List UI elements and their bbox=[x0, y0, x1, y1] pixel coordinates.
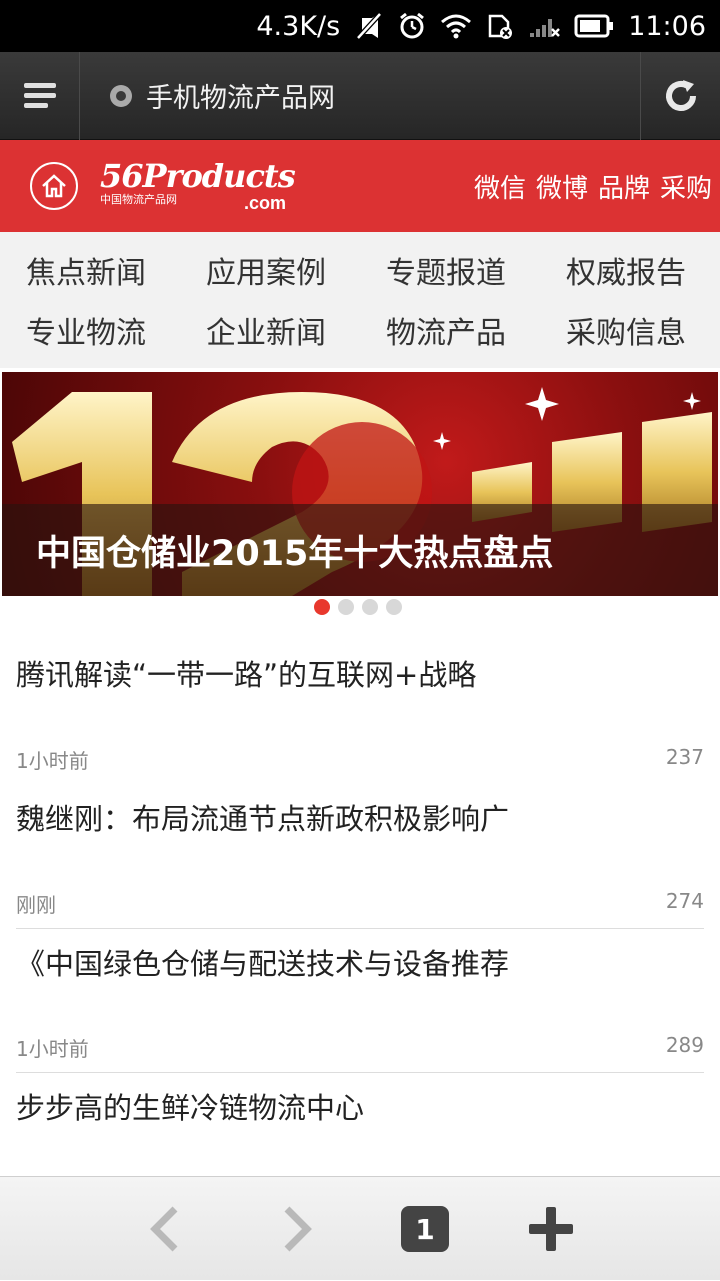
slide-dot[interactable] bbox=[362, 599, 378, 615]
news-item-meta: 刚刚 274 bbox=[16, 889, 704, 918]
category-nav: 焦点新闻 应用案例 专题报道 权威报告 专业物流 企业新闻 物流产品 采购信息 bbox=[0, 232, 720, 368]
category-authority-reports[interactable]: 权威报告 bbox=[540, 240, 720, 300]
alarm-icon bbox=[398, 12, 426, 40]
reload-icon bbox=[665, 79, 696, 111]
category-company-news[interactable]: 企业新闻 bbox=[180, 300, 360, 360]
page-title: 手机物流产品网 bbox=[146, 83, 335, 114]
status-bar: 4.3K/s 11:06 bbox=[0, 0, 720, 52]
signal-icon bbox=[528, 13, 561, 39]
clock: 11:06 bbox=[628, 10, 706, 42]
news-time: 刚刚 bbox=[16, 893, 56, 917]
banner-caption: 中国仓储业2015年十大热点盘点 bbox=[2, 504, 718, 596]
link-wechat[interactable]: 微信 bbox=[474, 168, 526, 205]
slide-dot[interactable] bbox=[338, 599, 354, 615]
tab-count: 1 bbox=[401, 1206, 449, 1252]
network-speed: 4.3K/s bbox=[256, 10, 341, 42]
menu-icon bbox=[23, 82, 56, 108]
reload-button[interactable] bbox=[640, 51, 720, 140]
divider bbox=[16, 928, 704, 929]
back-button[interactable] bbox=[130, 1177, 200, 1281]
add-tab-button[interactable] bbox=[516, 1177, 586, 1281]
category-special-reports[interactable]: 专题报道 bbox=[360, 240, 540, 300]
category-logistics-products[interactable]: 物流产品 bbox=[360, 300, 540, 360]
logo-subtitle: 中国物流产品网 bbox=[100, 193, 177, 206]
home-button[interactable] bbox=[30, 162, 78, 210]
slide-dot[interactable] bbox=[386, 599, 402, 615]
news-item-title[interactable]: 步步高的生鲜冷链物流中心 bbox=[16, 1085, 364, 1127]
news-time: 1小时前 bbox=[16, 749, 89, 773]
news-view-count: 289 bbox=[665, 1033, 704, 1057]
news-item-title[interactable]: 魏继刚：布局流通节点新政积极影响广 bbox=[16, 796, 509, 838]
banner-slide[interactable]: 中国仓储业2015年十大热点盘点 bbox=[2, 372, 718, 596]
menu-button[interactable] bbox=[0, 51, 80, 140]
category-focus-news[interactable]: 焦点新闻 bbox=[0, 240, 180, 300]
back-icon bbox=[150, 1206, 178, 1252]
category-cases[interactable]: 应用案例 bbox=[180, 240, 360, 300]
news-item-title[interactable]: 《中国绿色仓储与配送技术与设备推荐 bbox=[16, 941, 509, 983]
mute-icon bbox=[354, 12, 384, 40]
news-item-meta: 1小时前 237 bbox=[16, 745, 704, 774]
tabs-button[interactable]: 1 bbox=[390, 1177, 460, 1281]
add-tab-icon bbox=[529, 1207, 573, 1251]
news-view-count: 237 bbox=[665, 745, 704, 769]
site-icon bbox=[108, 83, 134, 109]
site-logo[interactable]: 56Products 中国物流产品网 .com bbox=[100, 157, 296, 213]
browser-bottom-bar: 1 bbox=[0, 1176, 720, 1280]
forward-button[interactable] bbox=[262, 1177, 332, 1281]
forward-icon bbox=[284, 1206, 312, 1252]
category-purchase-info[interactable]: 采购信息 bbox=[540, 300, 720, 360]
browser-toolbar: 手机物流产品网 bbox=[0, 51, 720, 140]
slide-indicator bbox=[314, 599, 410, 615]
battery-icon bbox=[574, 14, 614, 38]
link-brand[interactable]: 品牌 bbox=[598, 168, 650, 205]
news-view-count: 274 bbox=[665, 889, 704, 913]
header-links: 微信 微博 品牌 采购 bbox=[464, 168, 712, 205]
logo-domain: .com bbox=[243, 193, 286, 213]
wifi-icon bbox=[440, 13, 472, 39]
news-item-title[interactable]: 腾讯解读“一带一路”的互联网+战略 bbox=[16, 652, 476, 694]
slide-dot[interactable] bbox=[314, 599, 330, 615]
home-icon bbox=[42, 174, 66, 198]
news-item-meta: 1小时前 289 bbox=[16, 1033, 704, 1062]
link-weibo[interactable]: 微博 bbox=[536, 168, 588, 205]
sim-icon bbox=[486, 12, 514, 40]
link-purchase[interactable]: 采购 bbox=[660, 168, 712, 205]
logo-wordmark: 56Products bbox=[100, 157, 296, 195]
news-time: 1小时前 bbox=[16, 1037, 89, 1061]
divider bbox=[16, 1072, 704, 1073]
category-pro-logistics[interactable]: 专业物流 bbox=[0, 300, 180, 360]
site-header: 56Products 中国物流产品网 .com 微信 微博 品牌 采购 bbox=[0, 140, 720, 232]
address-bar[interactable]: 手机物流产品网 bbox=[80, 52, 640, 140]
